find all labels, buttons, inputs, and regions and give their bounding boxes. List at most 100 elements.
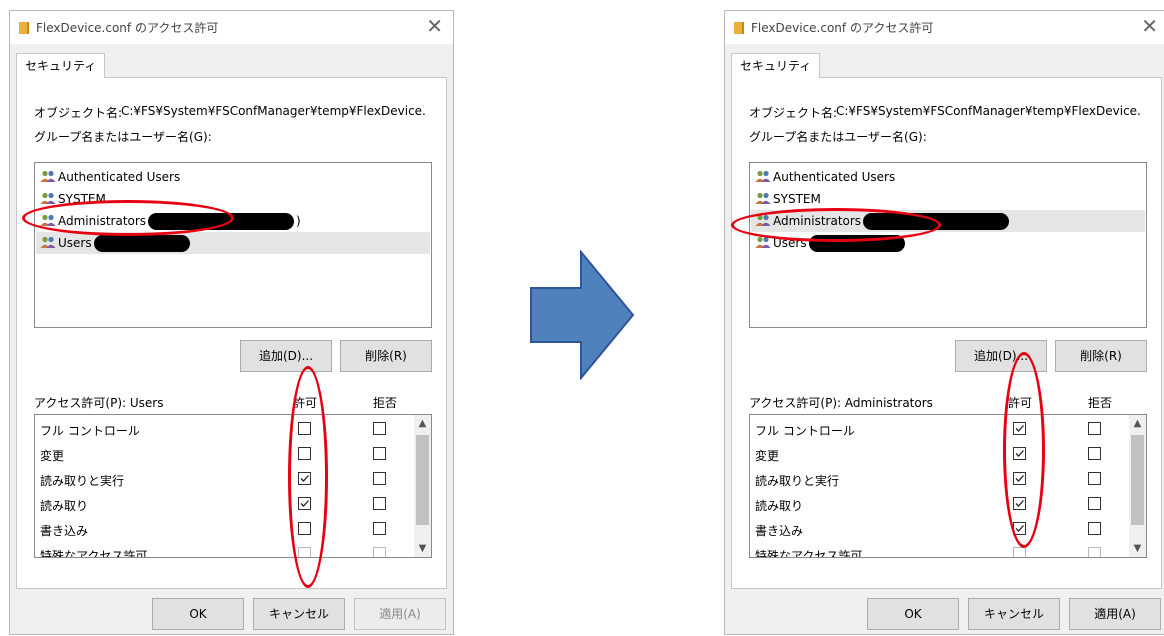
redaction-mark	[148, 213, 294, 230]
allow-checkbox[interactable]	[298, 522, 311, 535]
group-user-label: グループ名またはユーザー名(G):	[34, 130, 212, 144]
deny-checkbox[interactable]	[373, 522, 386, 535]
ok-button[interactable]: OK	[152, 598, 244, 630]
permission-name: 読み取りと実行	[755, 474, 840, 488]
permission-name: フル コントロール	[755, 424, 855, 438]
apply-button[interactable]: 適用(A)	[354, 598, 446, 630]
permissions-label: アクセス許可(P): Administrators	[749, 396, 933, 410]
permissions-label: アクセス許可(P): Users	[34, 396, 164, 410]
chevron-down-icon[interactable]: ▼	[414, 540, 431, 557]
deny-checkbox[interactable]	[1088, 472, 1101, 485]
permission-list: フル コントロール 変更 読み取りと実行 読み取り 書き込み 特殊なアクセス許可 ▲ ▼	[34, 414, 432, 558]
user-name: Users	[58, 236, 92, 250]
permission-row: 読み取り	[35, 492, 411, 517]
user-row-administrators[interactable]: Administrators	[751, 210, 1145, 232]
ok-button[interactable]: OK	[867, 598, 959, 630]
user-row-administrators[interactable]: Administrators )	[36, 210, 430, 232]
deny-checkbox[interactable]	[1088, 547, 1101, 557]
user-name: Administrators	[773, 214, 862, 228]
permission-name: 書き込み	[755, 524, 804, 538]
permission-row: 特殊なアクセス許可	[750, 542, 1126, 557]
add-button[interactable]: 追加(D)...	[240, 340, 332, 372]
chevron-up-icon[interactable]: ▲	[414, 415, 431, 432]
cancel-button[interactable]: キャンセル	[968, 598, 1060, 630]
allow-checkbox[interactable]	[298, 422, 311, 435]
user-list: Authenticated Users SYSTEM Administrator…	[749, 162, 1147, 328]
security-tab-panel: オブジェクト名: C:¥FS¥System¥FSConfManager¥temp…	[731, 77, 1162, 589]
deny-checkbox[interactable]	[373, 447, 386, 460]
permission-row: 読み取りと実行	[35, 467, 411, 492]
allow-checkbox[interactable]	[1013, 472, 1026, 485]
user-row-users[interactable]: Users	[751, 232, 1145, 254]
permission-name: 変更	[40, 449, 65, 463]
allow-checkbox[interactable]	[298, 472, 311, 485]
permission-row: 特殊なアクセス許可	[35, 542, 411, 558]
title-bar: FlexDevice.conf のアクセス許可 ✕	[725, 11, 1164, 44]
chevron-up-icon[interactable]: ▲	[1129, 415, 1146, 432]
object-path: C:¥FS¥System¥FSConfManager¥temp¥FlexDevi…	[836, 104, 1141, 118]
permission-name: 特殊なアクセス許可	[40, 549, 148, 558]
permission-row: フル コントロール	[750, 417, 1126, 442]
dialog-title: FlexDevice.conf のアクセス許可	[36, 21, 219, 35]
folder-icon	[19, 22, 29, 34]
user-row-system[interactable]: SYSTEM	[36, 188, 430, 210]
permission-name: フル コントロール	[40, 424, 140, 438]
allow-column-header: 許可	[293, 396, 318, 410]
user-name: Administrators	[58, 214, 147, 228]
deny-checkbox[interactable]	[373, 547, 386, 557]
user-row-authenticated-users[interactable]: Authenticated Users	[751, 166, 1145, 188]
scrollbar[interactable]: ▲ ▼	[414, 415, 431, 557]
permission-row: 読み取りと実行	[750, 467, 1126, 492]
allow-checkbox[interactable]	[1013, 422, 1026, 435]
deny-checkbox[interactable]	[1088, 447, 1101, 460]
close-button[interactable]: ✕	[426, 14, 443, 38]
permission-row: 書き込み	[750, 517, 1126, 542]
deny-column-header: 拒否	[373, 396, 398, 410]
scrollbar[interactable]: ▲ ▼	[1129, 415, 1146, 557]
title-bar: FlexDevice.conf のアクセス許可 ✕	[10, 11, 453, 44]
tab-security[interactable]: セキュリティ	[16, 53, 106, 78]
deny-checkbox[interactable]	[1088, 497, 1101, 510]
scroll-thumb[interactable]	[416, 435, 429, 525]
deny-checkbox[interactable]	[373, 472, 386, 485]
redaction-mark	[94, 235, 190, 252]
deny-checkbox[interactable]	[1088, 422, 1101, 435]
user-row-authenticated-users[interactable]: Authenticated Users	[36, 166, 430, 188]
users-group-icon	[755, 192, 771, 204]
object-path: C:¥FS¥System¥FSConfManager¥temp¥FlexDevi…	[121, 104, 426, 118]
chevron-down-icon[interactable]: ▼	[1129, 540, 1146, 557]
remove-button[interactable]: 削除(R)	[1055, 340, 1147, 372]
allow-checkbox[interactable]	[298, 497, 311, 510]
remove-button[interactable]: 削除(R)	[340, 340, 432, 372]
deny-checkbox[interactable]	[1088, 522, 1101, 535]
add-button[interactable]: 追加(D)...	[955, 340, 1047, 372]
user-name: SYSTEM	[773, 192, 821, 206]
user-row-users[interactable]: Users	[36, 232, 430, 254]
allow-checkbox[interactable]	[298, 547, 311, 557]
deny-checkbox[interactable]	[373, 497, 386, 510]
redaction-mark	[863, 213, 1009, 230]
allow-checkbox[interactable]	[1013, 547, 1026, 557]
allow-checkbox[interactable]	[298, 447, 311, 460]
user-name: Users	[773, 236, 807, 250]
right-arrow-icon	[530, 250, 635, 380]
user-row-system[interactable]: SYSTEM	[751, 188, 1145, 210]
allow-checkbox[interactable]	[1013, 497, 1026, 510]
user-name: Authenticated Users	[773, 170, 896, 184]
users-group-icon	[40, 236, 56, 248]
deny-checkbox[interactable]	[373, 422, 386, 435]
cancel-button[interactable]: キャンセル	[253, 598, 345, 630]
allow-checkbox[interactable]	[1013, 447, 1026, 460]
permission-row: 変更	[35, 442, 411, 467]
users-group-icon	[40, 192, 56, 204]
scroll-thumb[interactable]	[1131, 435, 1144, 525]
group-user-label: グループ名またはユーザー名(G):	[749, 130, 927, 144]
allow-checkbox[interactable]	[1013, 522, 1026, 535]
allow-column-header: 許可	[1008, 396, 1033, 410]
permission-row: 変更	[750, 442, 1126, 467]
apply-button[interactable]: 適用(A)	[1069, 598, 1161, 630]
users-group-icon	[755, 214, 771, 226]
users-group-icon	[755, 236, 771, 248]
tab-security[interactable]: セキュリティ	[731, 53, 821, 78]
close-button[interactable]: ✕	[1141, 14, 1158, 38]
